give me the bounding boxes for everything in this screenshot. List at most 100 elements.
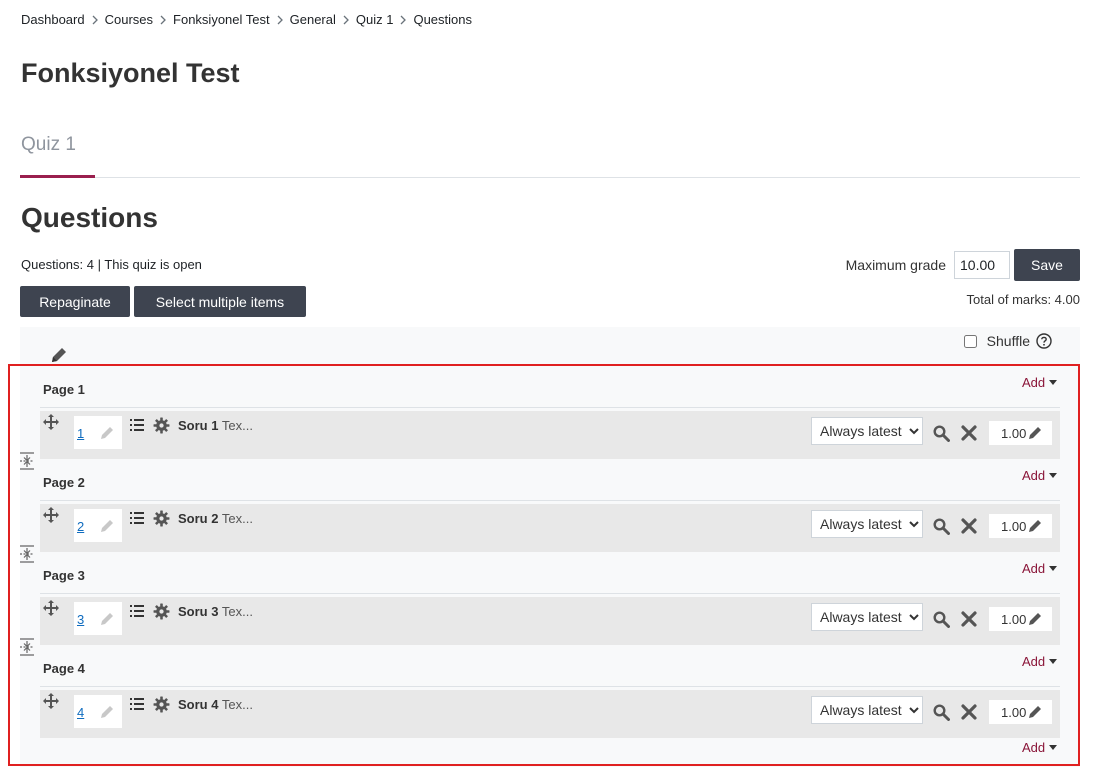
edit-mark-icon[interactable] — [1027, 425, 1043, 441]
question-text: Tex... — [221, 697, 253, 712]
chevron-right-icon — [276, 12, 284, 27]
add-label: Add — [1022, 561, 1046, 576]
question-title: Soru 3 — [178, 604, 219, 619]
move-icon[interactable] — [43, 693, 59, 709]
question-type-icon — [130, 604, 144, 618]
edit-mark-icon[interactable] — [1027, 704, 1043, 720]
close-icon[interactable] — [961, 425, 977, 441]
add-menu-link[interactable]: Add — [1022, 740, 1058, 755]
mark-value: 1.00 — [1001, 519, 1027, 534]
search-icon[interactable] — [933, 611, 950, 628]
edit-number-icon[interactable] — [99, 704, 115, 720]
edit-mark-icon[interactable] — [1027, 518, 1043, 534]
chevron-right-icon — [342, 12, 350, 27]
max-grade-input[interactable] — [954, 251, 1010, 279]
max-grade-label: Maximum grade — [845, 257, 946, 273]
page-break-icon[interactable] — [19, 452, 35, 470]
search-icon[interactable] — [933, 518, 950, 535]
gear-icon[interactable] — [153, 603, 170, 620]
mark-box[interactable]: 1.00 — [989, 421, 1052, 445]
breadcrumb-section[interactable]: General — [290, 12, 336, 27]
move-icon[interactable] — [43, 600, 59, 616]
mark-box[interactable]: 1.00 — [989, 700, 1052, 724]
chevron-right-icon — [91, 12, 99, 27]
breadcrumb-quiz[interactable]: Quiz 1 — [356, 12, 394, 27]
move-icon[interactable] — [43, 507, 59, 523]
add-menu-link[interactable]: Add — [1022, 561, 1058, 576]
tab-divider — [20, 177, 1080, 178]
mark-value: 1.00 — [1001, 426, 1027, 441]
search-icon[interactable] — [933, 425, 950, 442]
page-divider — [40, 593, 1060, 594]
gear-icon[interactable] — [153, 696, 170, 713]
breadcrumb: Dashboard Courses Fonksiyonel Test Gener… — [21, 12, 472, 27]
question-name[interactable]: Soru 4 Tex... — [178, 697, 253, 712]
question-type-icon — [130, 697, 144, 711]
move-icon[interactable] — [43, 414, 59, 430]
version-select[interactable]: Always latest — [811, 417, 923, 445]
version-select[interactable]: Always latest — [811, 696, 923, 724]
slot-number[interactable]: 2 — [77, 519, 84, 534]
chevron-right-icon — [399, 12, 407, 27]
total-marks: Total of marks: 4.00 — [966, 292, 1080, 307]
page-label: Page 1 — [43, 382, 85, 397]
gear-icon[interactable] — [153, 510, 170, 527]
page-break-icon[interactable] — [19, 638, 35, 656]
add-menu-link[interactable]: Add — [1022, 654, 1058, 669]
question-name[interactable]: Soru 3 Tex... — [178, 604, 253, 619]
version-select[interactable]: Always latest — [811, 603, 923, 631]
caret-down-icon — [1049, 659, 1058, 664]
toolbar: Repaginate Select multiple items — [20, 286, 306, 317]
shuffle-control: Shuffle — [963, 333, 1052, 349]
question-text: Tex... — [221, 418, 253, 433]
breadcrumb-courses[interactable]: Courses — [105, 12, 153, 27]
question-type-icon — [130, 511, 144, 525]
mark-box[interactable]: 1.00 — [989, 607, 1052, 631]
version-select[interactable]: Always latest — [811, 510, 923, 538]
select-multiple-button[interactable]: Select multiple items — [134, 286, 306, 317]
slot-number-box: 4 — [74, 695, 122, 728]
mark-value: 1.00 — [1001, 705, 1027, 720]
slot-number[interactable]: 1 — [77, 426, 84, 441]
repaginate-button[interactable]: Repaginate — [20, 286, 130, 317]
page-divider — [40, 407, 1060, 408]
question-text: Tex... — [221, 604, 253, 619]
mark-value: 1.00 — [1001, 612, 1027, 627]
page-label: Page 4 — [43, 661, 85, 676]
mark-box[interactable]: 1.00 — [989, 514, 1052, 538]
question-slot: 3 Soru 3 Tex... Always latest 1.00 — [40, 597, 1060, 645]
caret-down-icon — [1049, 380, 1058, 385]
help-icon[interactable] — [1036, 333, 1052, 349]
add-menu-link[interactable]: Add — [1022, 375, 1058, 390]
edit-mark-icon[interactable] — [1027, 611, 1043, 627]
tab-quiz[interactable]: Quiz 1 — [21, 134, 76, 156]
close-icon[interactable] — [961, 704, 977, 720]
breadcrumb-dashboard[interactable]: Dashboard — [21, 12, 85, 27]
shuffle-label: Shuffle — [986, 333, 1030, 349]
caret-down-icon — [1049, 745, 1058, 750]
slot-number[interactable]: 3 — [77, 612, 84, 627]
breadcrumb-current: Questions — [413, 12, 472, 27]
close-icon[interactable] — [961, 518, 977, 534]
quiz-status: Questions: 4 | This quiz is open — [21, 257, 202, 272]
edit-number-icon[interactable] — [99, 425, 115, 441]
edit-section-icon[interactable] — [49, 345, 69, 365]
edit-number-icon[interactable] — [99, 611, 115, 627]
question-name[interactable]: Soru 2 Tex... — [178, 511, 253, 526]
slot-number-box: 1 — [74, 416, 122, 449]
slot-number[interactable]: 4 — [77, 705, 84, 720]
add-menu-link[interactable]: Add — [1022, 468, 1058, 483]
save-button[interactable]: Save — [1014, 249, 1080, 281]
question-name[interactable]: Soru 1 Tex... — [178, 418, 253, 433]
question-title: Soru 1 — [178, 418, 219, 433]
edit-number-icon[interactable] — [99, 518, 115, 534]
close-icon[interactable] — [961, 611, 977, 627]
tab-active-indicator — [20, 175, 95, 178]
page-break-icon[interactable] — [19, 545, 35, 563]
add-label: Add — [1022, 468, 1046, 483]
shuffle-checkbox[interactable] — [963, 334, 977, 348]
gear-icon[interactable] — [153, 417, 170, 434]
caret-down-icon — [1049, 473, 1058, 478]
search-icon[interactable] — [933, 704, 950, 721]
breadcrumb-course[interactable]: Fonksiyonel Test — [173, 12, 270, 27]
